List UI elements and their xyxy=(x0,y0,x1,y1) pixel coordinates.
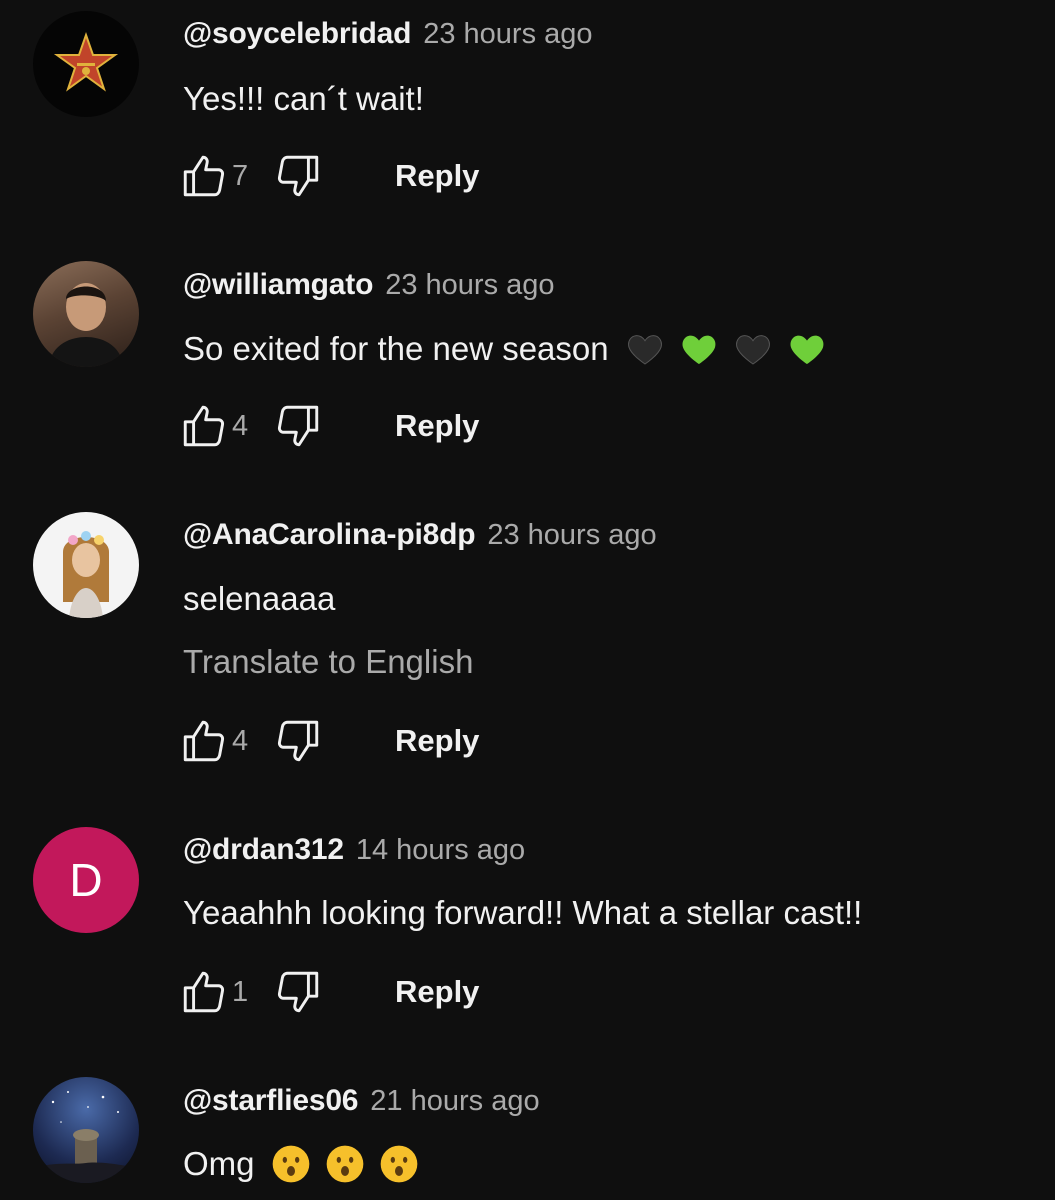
like-button[interactable] xyxy=(178,966,230,1018)
starry-sky-photo-icon xyxy=(33,1091,139,1183)
translate-button[interactable]: Translate to English xyxy=(183,643,473,681)
thumbs-up-icon xyxy=(179,151,229,201)
reply-button[interactable]: Reply xyxy=(395,723,479,759)
reply-button[interactable]: Reply xyxy=(395,408,479,444)
comment-text-content: Omg xyxy=(183,1145,255,1182)
like-count: 1 xyxy=(232,975,249,1008)
comment-text: Omg xyxy=(183,1144,419,1184)
green-heart-emoji xyxy=(679,329,719,369)
like-count: 4 xyxy=(232,724,249,757)
thumbs-up-icon xyxy=(179,401,229,451)
comment-author[interactable]: @williamgato xyxy=(183,268,373,302)
black-heart-emoji xyxy=(733,329,773,369)
person-photo-icon xyxy=(48,283,124,367)
comment-text-content: selenaaaa xyxy=(183,580,336,617)
comment-timestamp[interactable]: 23 hours ago xyxy=(487,519,656,552)
comment-author[interactable]: @starflies06 xyxy=(183,1084,358,1118)
reply-button[interactable]: Reply xyxy=(395,974,479,1010)
dislike-button[interactable] xyxy=(272,966,324,1018)
comment-text-content: Yes!!! can´t wait! xyxy=(183,80,424,117)
comment-timestamp[interactable]: 23 hours ago xyxy=(423,18,592,51)
like-count: 7 xyxy=(232,159,249,192)
like-button[interactable] xyxy=(178,400,230,452)
reply-button[interactable]: Reply xyxy=(395,158,479,194)
like-button[interactable] xyxy=(178,150,230,202)
comment-author[interactable]: @AnaCarolina-pi8dp xyxy=(183,518,476,552)
person-photo-icon xyxy=(63,531,109,618)
comment-author[interactable]: @drdan312 xyxy=(183,833,344,867)
comment-text: Yeaahhh looking forward!! What a stellar… xyxy=(183,894,862,932)
star-badge-icon xyxy=(53,31,119,92)
astonished-face-emoji xyxy=(379,1144,419,1184)
thumbs-down-icon xyxy=(273,401,323,451)
comment-text-content: Yeaahhh looking forward!! What a stellar… xyxy=(183,894,863,931)
astonished-face-emoji xyxy=(271,1144,311,1184)
avatar[interactable] xyxy=(33,512,139,618)
dislike-button[interactable] xyxy=(272,150,324,202)
like-button[interactable] xyxy=(178,715,230,767)
avatar[interactable]: D xyxy=(33,827,139,933)
green-heart-emoji xyxy=(787,329,827,369)
dislike-button[interactable] xyxy=(272,400,324,452)
avatar-letter: D xyxy=(69,854,103,906)
thumbs-up-icon xyxy=(179,716,229,766)
comment-text: selenaaaa xyxy=(183,580,335,618)
avatar[interactable] xyxy=(33,1077,139,1183)
thumbs-down-icon xyxy=(273,967,323,1017)
black-heart-emoji xyxy=(625,329,665,369)
like-count: 4 xyxy=(232,409,249,442)
comment-timestamp[interactable]: 14 hours ago xyxy=(356,834,525,867)
comment-text: Yes!!! can´t wait! xyxy=(183,80,424,118)
comment-author[interactable]: @soycelebridad xyxy=(183,17,411,51)
comment-text-content: So exited for the new season xyxy=(183,330,609,367)
thumbs-down-icon xyxy=(273,151,323,201)
comment-timestamp[interactable]: 21 hours ago xyxy=(370,1085,539,1118)
thumbs-up-icon xyxy=(179,967,229,1017)
comment-text: So exited for the new season xyxy=(183,329,827,369)
avatar[interactable] xyxy=(33,11,139,117)
dislike-button[interactable] xyxy=(272,715,324,767)
astonished-face-emoji xyxy=(325,1144,365,1184)
thumbs-down-icon xyxy=(273,716,323,766)
comment-timestamp[interactable]: 23 hours ago xyxy=(385,269,554,302)
avatar[interactable] xyxy=(33,261,139,367)
